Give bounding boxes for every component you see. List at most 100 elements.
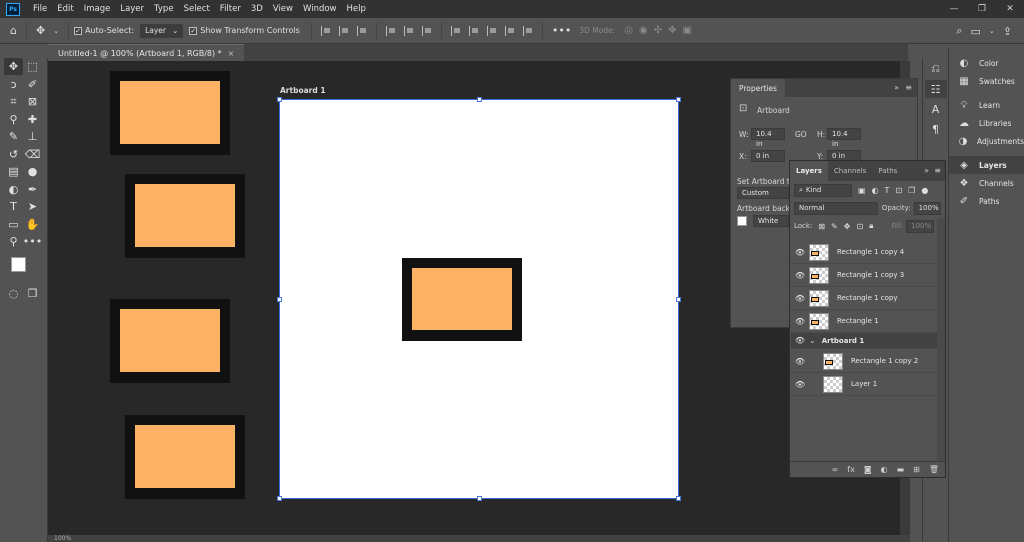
marquee-tool-icon[interactable]: ⬚ — [23, 58, 42, 75]
tab-channels[interactable]: Channels — [828, 161, 872, 181]
minimize-icon[interactable]: — — [940, 0, 968, 18]
history-brush-tool-icon[interactable]: ↺ — [4, 146, 23, 163]
add-mask-icon[interactable]: ◙ — [864, 465, 872, 474]
background-dropdown[interactable]: White — [753, 215, 789, 227]
lock-position-icon[interactable]: ✥ — [844, 222, 851, 231]
properties-tab[interactable]: Properties — [731, 79, 785, 97]
hand-tool-icon[interactable]: ✋ — [23, 216, 42, 233]
rectangle-object[interactable] — [125, 174, 245, 258]
menu-help[interactable]: Help — [342, 0, 371, 18]
panel-menu-icon[interactable]: ≡ — [905, 83, 912, 92]
healing-brush-tool-icon[interactable]: ✚ — [23, 111, 42, 128]
menu-file[interactable]: File — [28, 0, 52, 18]
close-tab-icon[interactable]: × — [228, 49, 235, 58]
transform-handle[interactable] — [676, 97, 681, 102]
height-input[interactable]: 10.4 in — [827, 128, 861, 148]
workspace-icon[interactable]: ▭ — [967, 25, 985, 38]
menu-filter[interactable]: Filter — [215, 0, 246, 18]
distribute-right-icon[interactable] — [522, 25, 533, 36]
photoshop-logo[interactable]: Ps — [6, 2, 20, 16]
trash-icon[interactable]: 🗑︎ — [929, 465, 939, 474]
opacity-input[interactable]: 100% — [913, 201, 941, 215]
visibility-eye-icon[interactable]: 👁︎ — [791, 336, 809, 345]
preset-dropdown[interactable]: Custom — [737, 187, 789, 199]
pen-tool-icon[interactable]: ✒ — [23, 181, 42, 198]
transform-handle[interactable] — [277, 297, 282, 302]
rectangle-tool-icon[interactable]: ▭ — [4, 216, 23, 233]
link-icon[interactable]: GO — [795, 130, 807, 139]
rectangle-object[interactable] — [110, 299, 230, 383]
layer-row[interactable]: 👁︎ Layer 1 — [791, 373, 937, 396]
align-top-edges-icon[interactable] — [385, 25, 396, 36]
eraser-tool-icon[interactable]: ⌫ — [23, 146, 42, 163]
rectangle-object[interactable] — [110, 71, 230, 155]
dock-channels[interactable]: ❖ Channels — [949, 174, 1024, 192]
new-layer-icon[interactable]: ⊞ — [913, 465, 920, 474]
visibility-eye-icon[interactable]: 👁︎ — [791, 357, 809, 366]
foreground-color-swatch[interactable] — [11, 256, 26, 272]
path-selection-tool-icon[interactable]: ➤ — [23, 198, 42, 215]
character-icon[interactable]: A — [925, 100, 947, 118]
transform-handle[interactable] — [277, 97, 282, 102]
3d-slide-icon[interactable]: ✥ — [668, 25, 676, 36]
layer-row[interactable]: 👁︎ Rectangle 1 copy 4 — [791, 241, 937, 264]
align-horizontal-centers-icon[interactable] — [338, 25, 349, 36]
transform-handle[interactable] — [277, 496, 282, 501]
screen-mode-icon[interactable]: ❐ — [23, 285, 42, 302]
lasso-tool-icon[interactable]: ↄ — [4, 76, 23, 93]
crop-tool-icon[interactable]: ⌗ — [4, 93, 23, 110]
adjustment-filter-icon[interactable]: ◐ — [872, 186, 879, 195]
menu-3d[interactable]: 3D — [246, 0, 268, 18]
menu-layer[interactable]: Layer — [115, 0, 149, 18]
auto-select-checkbox[interactable]: ✓ — [74, 26, 83, 35]
blend-mode-dropdown[interactable]: Normal — [794, 201, 878, 215]
dock-learn[interactable]: 💡︎ Learn — [949, 96, 1024, 114]
brush-tool-icon[interactable]: ✎ — [4, 128, 23, 145]
visibility-eye-icon[interactable]: 👁︎ — [791, 294, 809, 303]
artboard-group-row[interactable]: 👁︎ ⌄ Artboard 1 — [791, 333, 937, 349]
auto-select-dropdown[interactable]: Layer ⌄ — [140, 23, 184, 38]
width-input[interactable]: 10.4 in — [751, 128, 785, 148]
chevron-down-icon[interactable]: ⌄ — [809, 336, 816, 345]
3d-pan-icon[interactable]: ✣ — [654, 25, 662, 36]
blur-tool-icon[interactable]: ● — [23, 163, 42, 180]
menu-edit[interactable]: Edit — [52, 0, 78, 18]
lock-all-icon[interactable]: 🔒︎ — [869, 221, 873, 231]
tab-paths[interactable]: Paths — [872, 161, 903, 181]
close-window-icon[interactable]: ✕ — [996, 0, 1024, 18]
transform-handle[interactable] — [477, 496, 482, 501]
frame-tool-icon[interactable]: ⊠ — [23, 93, 42, 110]
x-input[interactable]: 0 in — [751, 150, 785, 162]
move-tool-icon[interactable]: ✥ — [32, 24, 49, 37]
artboard[interactable] — [277, 97, 681, 501]
panel-menu-icon[interactable]: ≡ — [934, 166, 941, 175]
fill-input[interactable]: 100% — [906, 219, 935, 233]
3d-rotate-icon[interactable]: ◎ — [624, 25, 633, 36]
eyedropper-tool-icon[interactable]: ⚲ — [4, 111, 23, 128]
document-tab[interactable]: Untitled-1 @ 100% (Artboard 1, RGB/8) * … — [48, 44, 245, 61]
visibility-eye-icon[interactable]: 👁︎ — [791, 248, 809, 257]
background-color-swatch[interactable] — [737, 216, 747, 226]
menu-select[interactable]: Select — [179, 0, 215, 18]
lock-pixels-icon[interactable]: ⊠ — [818, 222, 825, 231]
filter-toggle-icon[interactable]: ● — [921, 186, 928, 195]
layer-row[interactable]: 👁︎ Rectangle 1 copy 3 — [791, 264, 937, 287]
layers-scrollbar[interactable] — [937, 219, 945, 461]
dock-color[interactable]: ◐ Color — [949, 54, 1024, 72]
chevron-down-icon[interactable]: ⌄ — [985, 27, 999, 35]
menu-type[interactable]: Type — [149, 0, 179, 18]
menu-image[interactable]: Image — [79, 0, 116, 18]
properties-icon[interactable]: ☷ — [924, 80, 947, 98]
align-vertical-centers-icon[interactable] — [403, 25, 414, 36]
more-options-button[interactable]: ••• — [548, 24, 575, 37]
align-left-edges-icon[interactable] — [320, 25, 331, 36]
show-transform-checkbox[interactable]: ✓ — [189, 26, 198, 35]
paragraph-icon[interactable]: ¶ — [925, 120, 947, 138]
dock-adjustments[interactable]: ◑ Adjustments — [949, 132, 1024, 150]
share-icon[interactable]: ⇪ — [999, 25, 1016, 38]
artboard-label[interactable]: Artboard 1 — [280, 86, 326, 95]
transform-handle[interactable] — [477, 97, 482, 102]
transform-handle[interactable] — [676, 496, 681, 501]
zoom-level[interactable]: 100% — [54, 535, 71, 542]
pixel-filter-icon[interactable]: ▣ — [858, 186, 866, 195]
